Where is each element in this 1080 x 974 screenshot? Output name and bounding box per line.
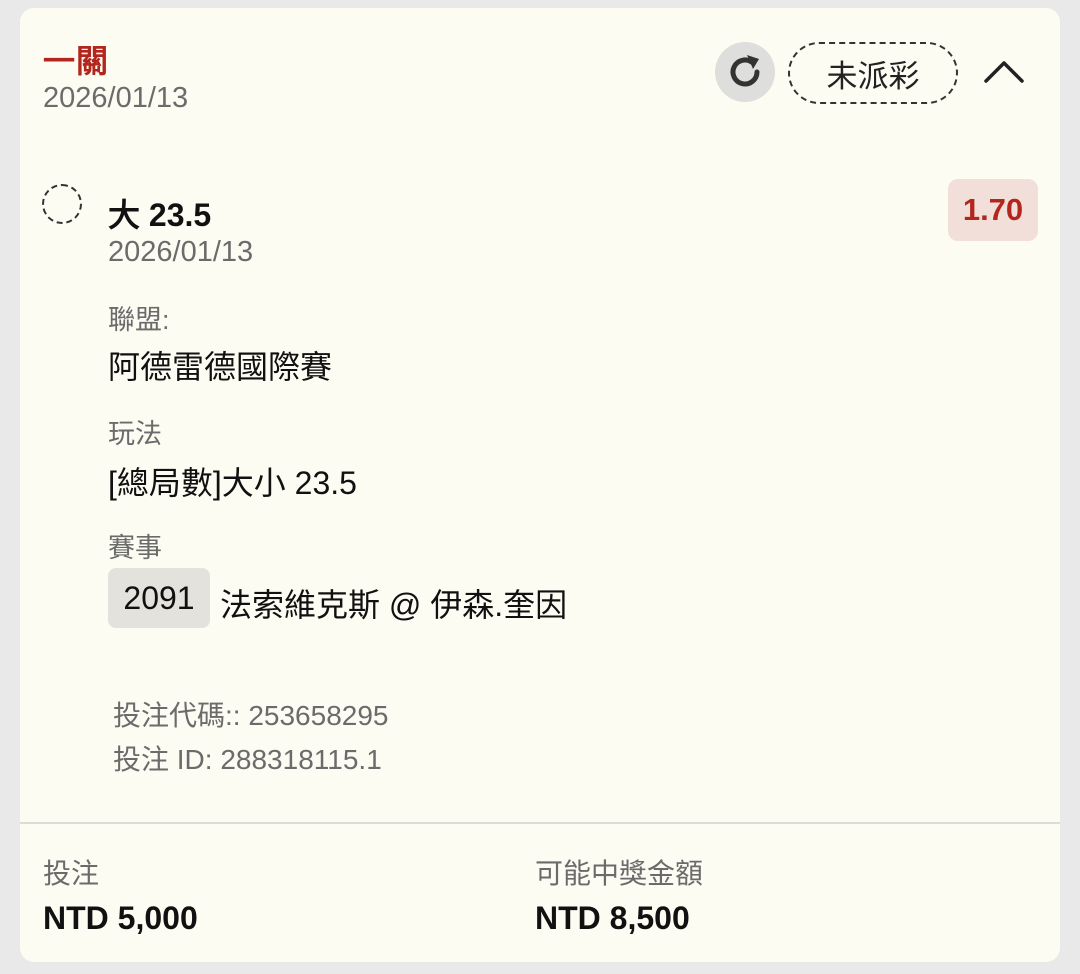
stake-value: NTD 5,000 [43,900,198,936]
refresh-button[interactable] [715,42,775,102]
odds-badge: 1.70 [948,179,1038,241]
market-label: 玩法 [108,419,162,449]
bet-id: 投注 ID: 288318115.1 [113,744,382,775]
bet-slip-card: 一關 2026/01/13 未派彩 大 23.5 2026/01/13 1.70… [20,8,1060,962]
selection-date: 2026/01/13 [108,236,254,268]
potential-win-value: NTD 8,500 [535,900,690,936]
footer-divider [20,822,1060,824]
league-value: 阿德雷德國際賽 [108,349,333,385]
event-id-badge: 2091 [108,568,210,628]
potential-win-label: 可能中獎金額 [535,858,704,889]
collapse-button[interactable] [978,46,1030,98]
bet-date: 2026/01/13 [43,82,189,114]
event-label: 賽事 [108,533,162,563]
bet-type-title: 一關 [43,43,110,79]
refresh-icon [730,55,760,87]
chevron-up-icon [984,61,1024,83]
pending-status-icon [42,184,82,224]
stake-label: 投注 [43,858,100,889]
market-value: [總局數]大小 23.5 [108,465,357,501]
selection-title: 大 23.5 [108,197,212,233]
bet-code: 投注代碼:: 253658295 [113,700,389,731]
league-label: 聯盟: [108,305,170,335]
status-badge: 未派彩 [788,42,958,104]
event-name: 法索維克斯 @ 伊森.奎因 [220,587,568,623]
